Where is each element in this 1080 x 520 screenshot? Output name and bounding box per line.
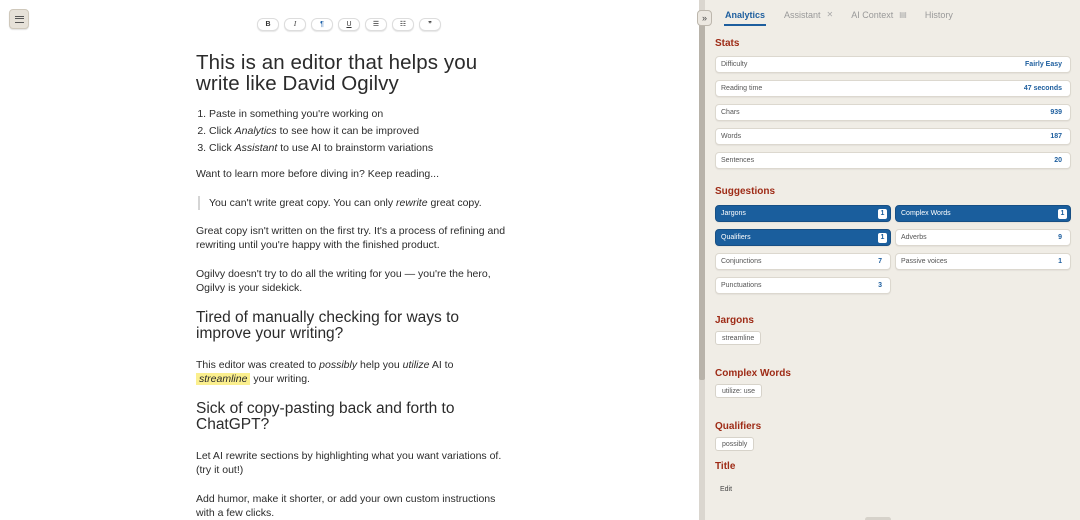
- intro-paragraph: Want to learn more before diving in? Kee…: [196, 168, 440, 180]
- suggestion-jargons[interactable]: Jargons 1: [715, 205, 891, 222]
- stat-reading-time: Reading time 47 seconds: [715, 80, 1071, 97]
- jargon-highlight[interactable]: streamline: [196, 373, 251, 385]
- format-toolbar: B I ¶ U ☰ ☷ ❞: [257, 18, 441, 31]
- quote-button[interactable]: ❞: [419, 18, 441, 31]
- tab-analytics[interactable]: Analytics: [724, 7, 767, 26]
- italic-button[interactable]: I: [284, 18, 306, 31]
- context-icon: ▤: [899, 10, 907, 19]
- stats-list: Difficulty Fairly Easy Reading time 47 sec…: [715, 56, 1071, 176]
- paragraph: Ogilvy doesn't try to do all the writing…: [196, 267, 491, 295]
- underline-button[interactable]: U: [338, 18, 360, 31]
- qualifiers-heading: Qualifiers: [715, 421, 762, 432]
- qualifier-tag[interactable]: possibly: [715, 437, 755, 451]
- paragraph-button[interactable]: ¶: [311, 18, 333, 31]
- steps-list: Paste in something you're working on Cli…: [196, 106, 506, 157]
- paragraph: Great copy isn't written on the first tr…: [196, 224, 506, 252]
- complex-words-heading: Complex Words: [715, 368, 791, 379]
- bullet-list-button[interactable]: ☰: [365, 18, 387, 31]
- bold-button[interactable]: B: [257, 18, 279, 31]
- list-item: Click Assistant to use AI to brainstorm …: [209, 140, 506, 157]
- section-heading: Tired of manually checking for ways to i…: [196, 308, 460, 342]
- quote-block: You can't write great copy. You can only…: [198, 195, 506, 210]
- stat-sentences: Sentences 20: [715, 152, 1071, 169]
- stat-difficulty: Difficulty Fairly Easy: [715, 56, 1071, 73]
- suggestion-passive-voices[interactable]: Passive voices 1: [895, 253, 1071, 270]
- jargons-heading: Jargons: [715, 315, 754, 326]
- section-heading: Sick of copy-pasting back and forth to C…: [196, 399, 455, 433]
- jargon-tag[interactable]: streamline: [715, 331, 762, 345]
- hamburger-icon: [14, 15, 24, 23]
- edit-title-button[interactable]: Edit: [720, 486, 732, 493]
- panel-tabs: Analytics Assistant ✕ AI Context ▤ History: [724, 7, 971, 27]
- wand-icon: ✕: [826, 10, 834, 19]
- editor-document[interactable]: This is an editor that helps you write l…: [196, 52, 506, 520]
- suggestion-conjunctions[interactable]: Conjunctions 7: [715, 253, 891, 270]
- paragraph: Let AI rewrite sections by highlighting …: [196, 449, 502, 477]
- analytics-panel: Analytics Assistant ✕ AI Context ▤ History…: [705, 0, 1080, 520]
- tab-assistant[interactable]: Assistant ✕: [784, 7, 833, 27]
- collapse-panel-button[interactable]: »: [697, 10, 712, 26]
- ordered-list-button[interactable]: ☷: [392, 18, 414, 31]
- menu-button[interactable]: [9, 9, 29, 29]
- complex-word-tag[interactable]: utilize: use: [715, 384, 763, 398]
- document-title: This is an editor that helps you write l…: [196, 51, 478, 95]
- suggestion-punctuations[interactable]: Punctuations 3: [715, 277, 891, 294]
- title-heading: Title: [715, 461, 736, 472]
- tab-ai-context[interactable]: AI Context ▤: [851, 7, 907, 27]
- suggestion-complex-words[interactable]: Complex Words 1: [895, 205, 1071, 222]
- suggestion-adverbs[interactable]: Adverbs 9: [895, 229, 1071, 246]
- paragraph: This editor was created to possibly help…: [196, 358, 454, 385]
- list-item: Paste in something you're working on: [209, 106, 506, 123]
- tab-history[interactable]: History: [925, 7, 953, 27]
- stat-chars: Chars 939: [715, 104, 1071, 121]
- suggestions-grid: Jargons 1 Complex Words 1 Qualifiers 1 Adve…: [715, 205, 1071, 294]
- suggestion-qualifiers[interactable]: Qualifiers 1: [715, 229, 891, 246]
- suggestions-heading: Suggestions: [715, 186, 776, 197]
- list-item: Click Analytics to see how it can be imp…: [209, 123, 506, 140]
- stat-words: Words 187: [715, 128, 1071, 145]
- stats-heading: Stats: [715, 38, 740, 49]
- paragraph: Add humor, make it shorter, or add your …: [196, 492, 496, 520]
- double-chevron-icon: »: [701, 13, 707, 23]
